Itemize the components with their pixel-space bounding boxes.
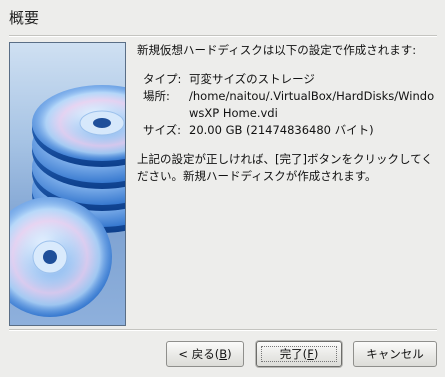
summary-intro: 新規仮想ハードディスクは以下の設定で作成されます: (137, 43, 417, 57)
location-label: 場所: (143, 89, 170, 103)
disc-stack-image (10, 85, 125, 317)
type-value: 可変サイズのストレージ (189, 72, 315, 86)
size-value: 20.00 GB (21474836480 バイト) (189, 123, 374, 137)
size-label: サイズ: (143, 123, 182, 137)
summary-panel: 新規仮想ハードディスクは以下の設定で作成されます: タイプ: 可変サイズのストレ… (137, 42, 437, 185)
size-row: サイズ: 20.00 GB (21474836480 バイト) (137, 122, 437, 139)
header-divider (9, 35, 437, 37)
back-button[interactable]: < 戻る(B) (166, 341, 244, 367)
summary-note: 上記の設定が正しければ、[完了]ボタンをクリックしてください。新規ハードディスク… (137, 152, 433, 183)
cancel-button[interactable]: キャンセル (353, 341, 437, 367)
page-title: 概要 (9, 9, 40, 27)
back-button-label: < 戻る(B) (178, 347, 232, 361)
wizard-illustration (9, 42, 126, 326)
location-row: 場所: /home/naitou/.VirtualBox/HardDisks/W… (137, 88, 437, 122)
location-value: /home/naitou/.VirtualBox/HardDisks/Windo… (189, 89, 435, 120)
type-row: タイプ: 可変サイズのストレージ (137, 71, 437, 88)
footer-divider (9, 329, 437, 331)
type-label: タイプ: (143, 72, 182, 86)
finish-button[interactable]: 完了(F) (256, 341, 342, 367)
cancel-button-label: キャンセル (366, 347, 424, 361)
wizard-header: 概要 (0, 0, 445, 35)
